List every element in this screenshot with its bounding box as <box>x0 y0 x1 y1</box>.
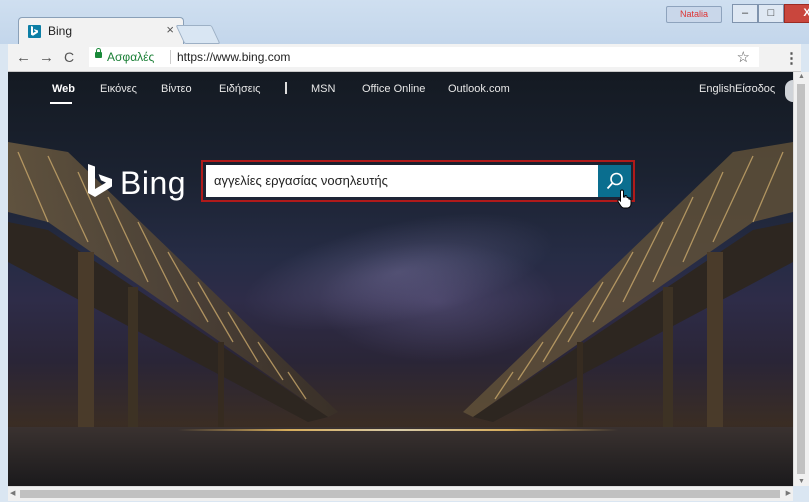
horizontal-scroll-thumb[interactable] <box>20 490 780 498</box>
avatar[interactable] <box>785 80 793 102</box>
bing-logo-icon <box>88 164 112 197</box>
nav-images[interactable]: Εικόνες <box>100 83 137 95</box>
nav-web[interactable]: Web <box>52 83 75 95</box>
back-arrow-icon[interactable]: ← <box>16 49 31 66</box>
horizontal-scrollbar[interactable]: ◀ ▶ <box>8 486 793 501</box>
browser-menu-icon[interactable]: ⋮ <box>784 49 799 67</box>
nav-separator <box>285 82 287 94</box>
search-input[interactable]: αγγελίες εργασίας νοσηλευτής <box>206 165 598 197</box>
secure-label: Ασφαλές <box>107 50 155 64</box>
url-text[interactable]: https://www.bing.com <box>177 50 290 64</box>
title-bar: Bing × Natalia – □ X <box>0 0 809 45</box>
nav-news[interactable]: Ειδήσεις <box>219 83 260 95</box>
tab-title: Bing <box>48 24 73 38</box>
river-water <box>8 427 793 486</box>
nav-language[interactable]: English <box>699 83 735 95</box>
browser-toolbar: ← → C Ασφαλές https://www.bing.com ☆ ⋮ <box>8 44 801 72</box>
lock-icon <box>95 48 102 58</box>
nav-office-online[interactable]: Office Online <box>362 83 425 95</box>
bing-favicon-icon <box>28 25 41 38</box>
reload-icon[interactable]: C <box>64 49 74 65</box>
vertical-scrollbar[interactable]: ▲ ▼ <box>793 72 809 486</box>
window-controls: – □ X <box>732 4 809 23</box>
search-highlight-frame: αγγελίες εργασίας νοσηλευτής <box>201 160 635 202</box>
nav-videos[interactable]: Βίντεο <box>161 83 192 95</box>
bookmark-star-icon[interactable]: ☆ <box>737 48 750 66</box>
scroll-up-icon[interactable]: ▲ <box>798 73 805 80</box>
tab-bing[interactable]: Bing × <box>18 17 184 45</box>
page-viewport: Web Εικόνες Βίντεο Ειδήσεις MSN Office O… <box>8 72 793 486</box>
address-divider <box>170 50 171 64</box>
tab-close-icon[interactable]: × <box>166 22 174 37</box>
address-bar[interactable]: Ασφαλές https://www.bing.com ☆ <box>89 47 759 67</box>
nav-signin[interactable]: Είσοδος <box>735 83 775 95</box>
city-lights <box>178 429 618 431</box>
scroll-down-icon[interactable]: ▼ <box>798 478 805 485</box>
scroll-left-icon[interactable]: ◀ <box>10 489 15 497</box>
close-window-button[interactable]: X <box>784 4 809 23</box>
search-icon <box>606 172 623 190</box>
bing-logo: Bing <box>86 164 206 204</box>
maximize-button[interactable]: □ <box>758 4 784 23</box>
hand-cursor-icon <box>617 189 632 209</box>
nav-msn[interactable]: MSN <box>311 83 335 95</box>
bing-logo-text: Bing <box>120 165 187 201</box>
browser-window: Bing × Natalia – □ X ← → C Ασφαλές https… <box>0 0 809 502</box>
minimize-button[interactable]: – <box>732 4 758 23</box>
nav-active-underline <box>50 102 72 104</box>
nav-outlook[interactable]: Outlook.com <box>448 83 510 95</box>
scroll-right-icon[interactable]: ▶ <box>786 489 791 497</box>
profile-badge[interactable]: Natalia <box>666 6 722 23</box>
new-tab-button[interactable] <box>175 25 221 44</box>
bing-top-nav: Web Εικόνες Βίντεο Ειδήσεις MSN Office O… <box>8 72 793 112</box>
vertical-scroll-thumb[interactable] <box>797 84 805 474</box>
forward-arrow-icon[interactable]: → <box>39 49 54 66</box>
